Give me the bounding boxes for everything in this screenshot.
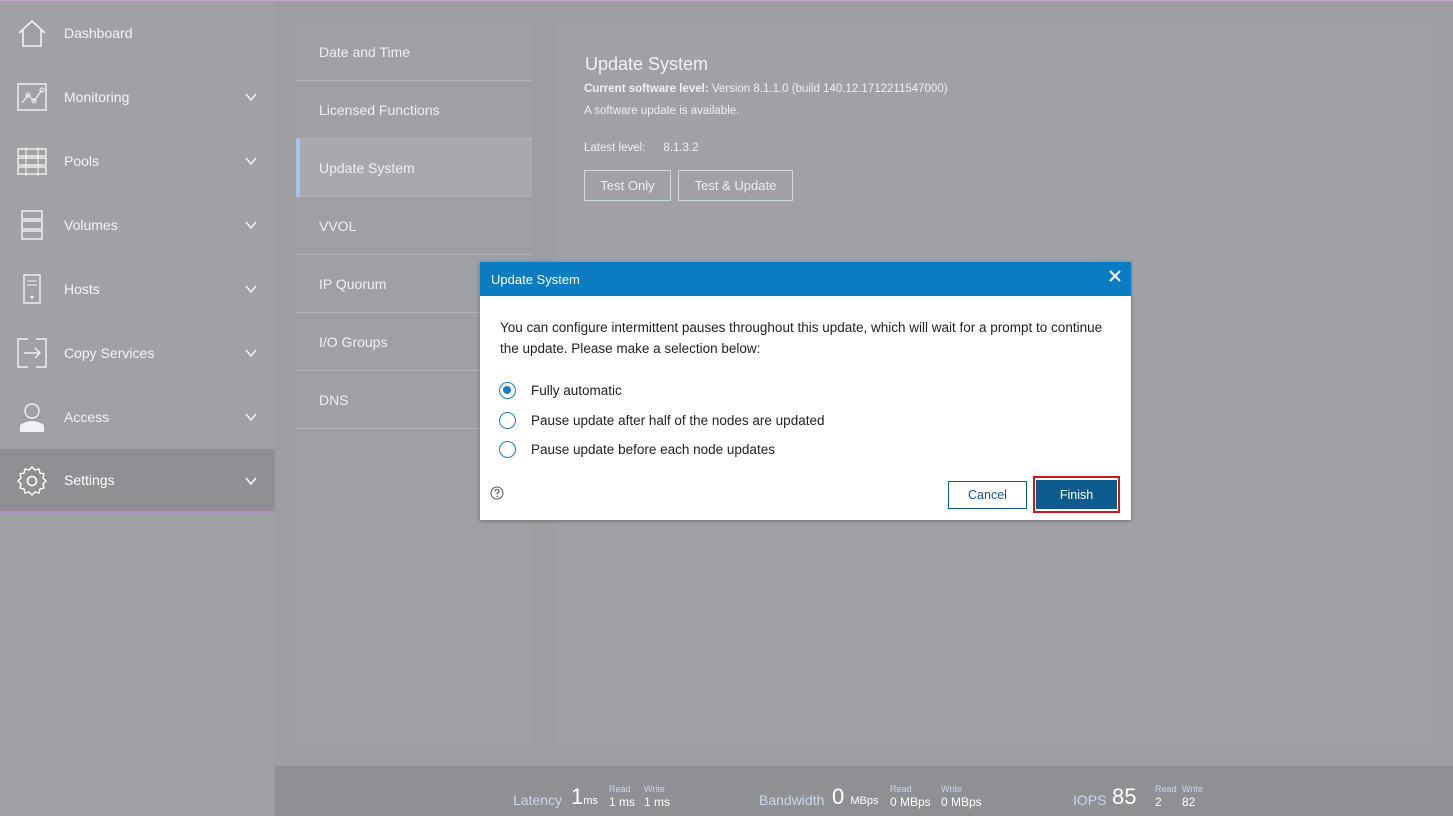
- subnav-update-system[interactable]: Update System: [296, 139, 532, 197]
- iops-read-head: Read: [1155, 784, 1177, 794]
- latency-write: 1 ms: [644, 795, 671, 809]
- current-level-label: Current software level:: [584, 83, 709, 95]
- nav-label: Settings: [64, 472, 115, 488]
- iops-read: 2: [1155, 795, 1162, 809]
- iops-write: 82: [1182, 795, 1196, 809]
- copy-services-icon: [17, 338, 47, 368]
- bandwidth-read-head: Read: [890, 784, 912, 794]
- option-pause-each-node[interactable]: Pause update before each node updates: [499, 439, 775, 459]
- chevron-down-icon: [245, 477, 257, 486]
- home-icon: [18, 19, 46, 47]
- latency-value: 1ms: [571, 784, 598, 810]
- latest-level-value: 8.1.3.2: [663, 142, 699, 154]
- chevron-down-icon: [245, 349, 257, 358]
- current-level-value: Version 8.1.1.0 (build 140.12.1712211547…: [711, 83, 948, 95]
- latency-write-head: Write: [644, 784, 665, 794]
- iops-metric: IOPS 85 Read 2 Write 82: [1073, 784, 1233, 812]
- update-available-text: A software update is available.: [584, 105, 740, 117]
- chevron-down-icon: [245, 413, 257, 422]
- user-icon: [20, 403, 44, 432]
- latency-unit: ms: [583, 795, 598, 807]
- dialog-title: Update System: [491, 271, 580, 287]
- page-title: Update System: [585, 54, 709, 74]
- chevron-down-icon: [245, 93, 257, 102]
- hosts-icon: [23, 274, 41, 304]
- bandwidth-read: 0 MBps: [890, 795, 931, 809]
- help-icon[interactable]: [490, 486, 504, 500]
- latency-number: 1: [571, 784, 584, 809]
- subnav-vvol[interactable]: VVOL: [296, 197, 532, 255]
- current-software-level: Current software level: Version 8.1.1.0 …: [584, 83, 948, 95]
- radio-button[interactable]: [499, 411, 516, 429]
- option-label: Pause update after half of the nodes are…: [531, 412, 825, 428]
- nav-label: Dashboard: [64, 25, 133, 41]
- nav-monitoring[interactable]: Monitoring: [0, 65, 275, 129]
- cancel-button[interactable]: Cancel: [948, 481, 1027, 509]
- monitoring-icon: [17, 83, 47, 111]
- nav-copy-services[interactable]: Copy Services: [0, 321, 275, 385]
- sidebar: Dashboard Monitoring Pools Volumes Hosts…: [0, 0, 275, 816]
- chevron-down-icon: [245, 221, 257, 230]
- bandwidth-value: 0 MBps: [832, 784, 879, 810]
- nav-label: Volumes: [64, 217, 118, 233]
- nav-label: Access: [64, 409, 110, 425]
- bandwidth-write-head: Write: [941, 784, 962, 794]
- chevron-down-icon: [245, 157, 257, 166]
- gear-icon: [17, 466, 47, 496]
- latency-read: 1 ms: [609, 795, 636, 809]
- latency-label: Latency: [513, 792, 563, 808]
- bandwidth-write: 0 MBps: [941, 795, 982, 809]
- radio-button[interactable]: [499, 381, 516, 399]
- option-pause-half[interactable]: Pause update after half of the nodes are…: [499, 410, 824, 430]
- option-label: Pause update before each node updates: [531, 441, 775, 457]
- test-only-button[interactable]: Test Only: [584, 170, 671, 201]
- latency-metric: Latency 1ms Read 1 ms Write 1 ms: [513, 784, 683, 812]
- bandwidth-label: Bandwidth: [759, 792, 825, 808]
- nav-label: Pools: [64, 153, 100, 169]
- update-system-dialog: Update System You can configure intermit…: [480, 262, 1131, 520]
- nav-settings[interactable]: Settings: [0, 449, 275, 513]
- radio-button[interactable]: [499, 440, 516, 458]
- iops-value: 85: [1112, 784, 1137, 809]
- bandwidth-number: 0: [832, 784, 845, 809]
- nav-label: Monitoring: [64, 89, 130, 105]
- nav-access[interactable]: Access: [0, 385, 275, 449]
- nav-volumes[interactable]: Volumes: [0, 193, 275, 257]
- close-icon[interactable]: [1108, 269, 1122, 283]
- dialog-header: Update System: [480, 262, 1131, 296]
- pools-icon: [17, 147, 47, 176]
- nav-dashboard[interactable]: Dashboard: [0, 1, 275, 65]
- bandwidth-metric: Bandwidth 0 MBps Read 0 MBps Write 0 MBp…: [759, 784, 999, 812]
- nav-label: Hosts: [64, 281, 100, 297]
- dialog-message: You can configure intermittent pauses th…: [500, 320, 1103, 356]
- option-label: Fully automatic: [531, 382, 622, 398]
- subnav-date-and-time[interactable]: Date and Time: [296, 23, 532, 81]
- bandwidth-unit: MBps: [850, 795, 879, 807]
- latency-read-head: Read: [609, 784, 631, 794]
- test-and-update-button[interactable]: Test & Update: [678, 170, 793, 201]
- finish-button[interactable]: Finish: [1036, 480, 1117, 509]
- latest-level: Latest level: 8.1.3.2: [584, 142, 699, 154]
- iops-label: IOPS: [1073, 792, 1107, 808]
- nav-label: Copy Services: [64, 345, 155, 361]
- performance-footer: Latency 1ms Read 1 ms Write 1 ms Bandwid…: [275, 766, 1453, 816]
- nav-pools[interactable]: Pools: [0, 129, 275, 193]
- volumes-icon: [21, 210, 43, 240]
- subnav-licensed-functions[interactable]: Licensed Functions: [296, 81, 532, 139]
- latest-level-label: Latest level:: [584, 142, 646, 154]
- nav-hosts[interactable]: Hosts: [0, 257, 275, 321]
- chevron-down-icon: [245, 285, 257, 294]
- iops-write-head: Write: [1182, 784, 1203, 794]
- option-fully-automatic[interactable]: Fully automatic: [499, 380, 622, 400]
